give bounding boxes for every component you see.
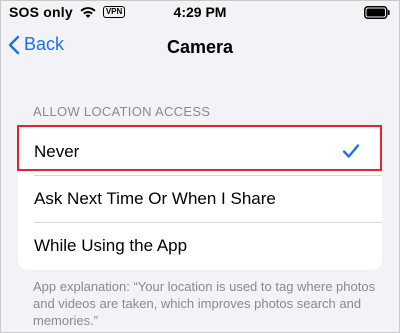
- option-label: While Using the App: [34, 235, 188, 255]
- battery-icon: [364, 6, 390, 19]
- option-label: Never: [34, 141, 80, 161]
- navigation-bar: Back Camera: [0, 26, 400, 66]
- page-title: Camera: [166, 37, 234, 57]
- option-while-using[interactable]: While Using the App: [18, 222, 382, 269]
- option-ask-next-time[interactable]: Ask Next Time Or When I Share: [18, 175, 382, 222]
- checkmark-icon: [342, 144, 360, 158]
- section-header: ALLOW LOCATION ACCESS: [33, 104, 211, 119]
- option-never[interactable]: Never: [18, 128, 382, 175]
- app-explanation: App explanation: “Your location is used …: [33, 279, 376, 328]
- option-label: Ask Next Time Or When I Share: [34, 188, 276, 208]
- status-time: 4:29 PM: [173, 4, 227, 20]
- location-access-options: Never Ask Next Time Or When I Share Whil…: [18, 128, 382, 270]
- status-bar: SOS only VPN 4:29 PM: [0, 0, 400, 26]
